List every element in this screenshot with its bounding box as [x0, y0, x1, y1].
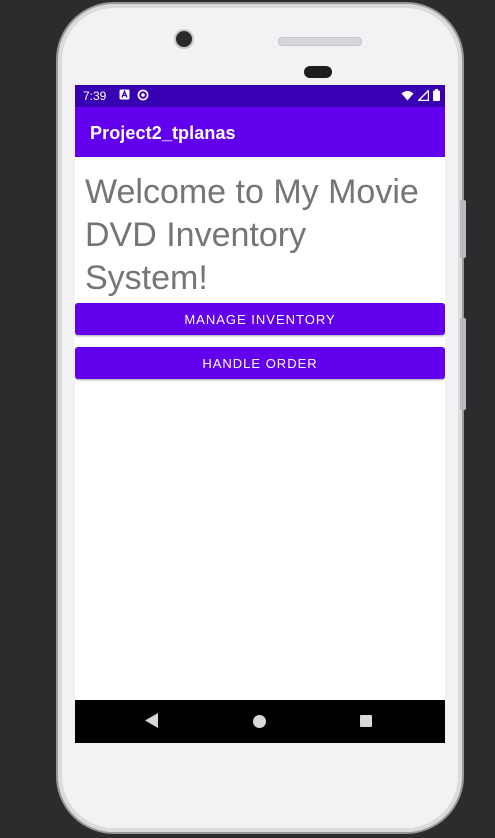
handle-order-button[interactable]: HANDLE ORDER: [75, 347, 445, 379]
proximity-sensor: [304, 66, 332, 78]
earpiece-speaker: [278, 37, 362, 46]
status-bar: 7:39: [75, 85, 445, 107]
volume-button[interactable]: [460, 318, 466, 410]
front-camera: [176, 31, 192, 47]
status-time: 7:39: [83, 89, 107, 103]
wifi-icon: [401, 90, 414, 104]
status-system-icons: [401, 88, 440, 104]
navigation-bar: [75, 700, 445, 743]
sync-icon: [137, 89, 149, 104]
device-screen: 7:39 Project2_tplanas Welcome to My Movi…: [75, 85, 445, 743]
signal-icon: [416, 88, 430, 104]
app-title: Project2_tplanas: [90, 123, 236, 143]
a-notification-icon: [119, 89, 130, 104]
battery-icon: [433, 89, 440, 104]
back-icon[interactable]: [145, 713, 158, 733]
manage-inventory-button[interactable]: MANAGE INVENTORY: [75, 303, 445, 335]
app-bar: Project2_tplanas: [75, 107, 445, 157]
power-button[interactable]: [460, 200, 466, 258]
main-content: Welcome to My Movie DVD Inventory System…: [75, 157, 445, 699]
welcome-heading: Welcome to My Movie DVD Inventory System…: [85, 173, 419, 297]
recents-icon[interactable]: [360, 715, 372, 727]
status-notification-icons: [119, 89, 149, 104]
home-icon[interactable]: [253, 715, 266, 728]
